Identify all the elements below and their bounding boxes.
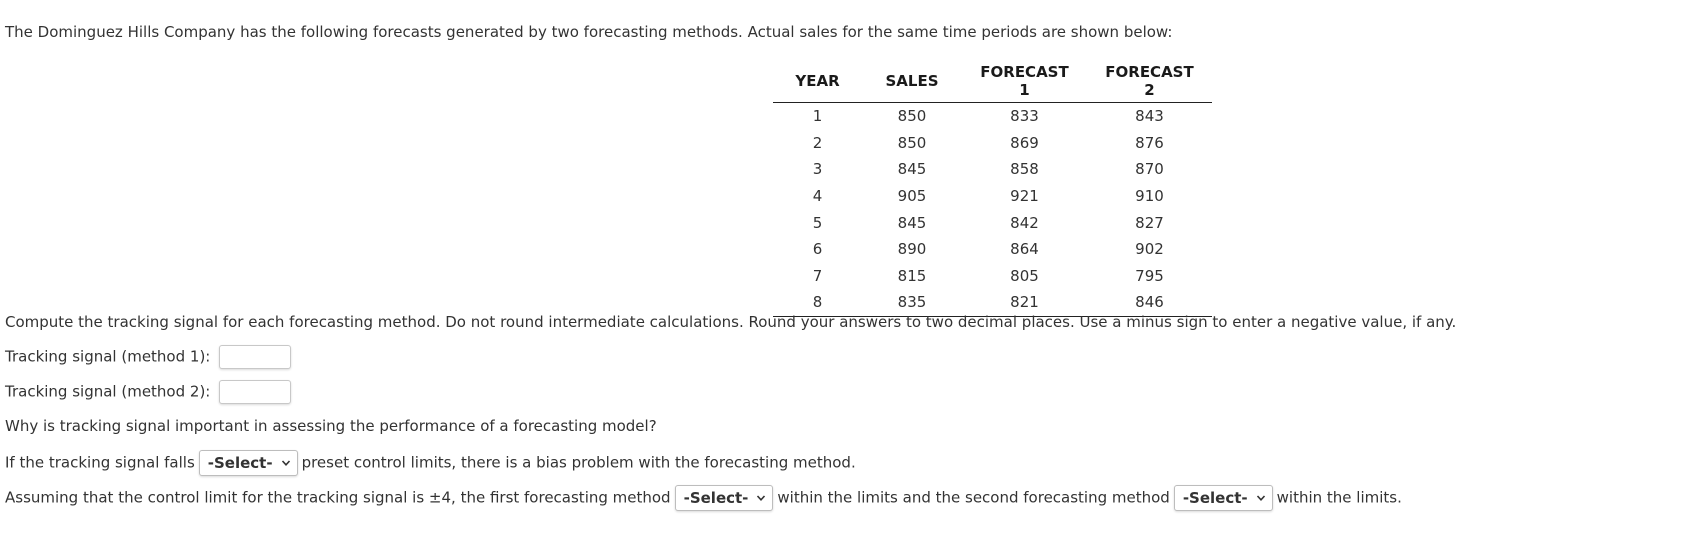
table-row: 5 845 842 827 xyxy=(773,209,1212,236)
cell-forecast-2: 827 xyxy=(1135,213,1164,232)
cell-forecast-1: 869 xyxy=(1010,133,1039,152)
chevron-down-icon xyxy=(281,460,290,466)
if-sentence-after: preset control limits, there is a bias p… xyxy=(301,453,856,472)
table-row: 1 850 833 843 xyxy=(773,103,1212,130)
table-row: 6 890 864 902 xyxy=(773,236,1212,263)
cell-forecast-1: 833 xyxy=(1010,107,1039,126)
cell-year: 7 xyxy=(812,266,823,285)
table-header-row: YEAR SALES FORECAST 1 FORECAST 2 xyxy=(773,60,1212,103)
cell-sales: 845 xyxy=(897,160,927,179)
method-1-label: Tracking signal (method 1): xyxy=(5,347,211,366)
cell-forecast-1: 864 xyxy=(1010,240,1039,259)
cell-forecast-1: 858 xyxy=(1010,160,1039,179)
cell-forecast-2: 795 xyxy=(1135,266,1164,285)
header-sales: SALES xyxy=(862,60,962,103)
cell-forecast-2: 902 xyxy=(1135,240,1164,259)
cell-sales: 905 xyxy=(897,187,927,206)
assume-sentence-after: within the limits. xyxy=(1276,488,1402,507)
cell-forecast-2: 876 xyxy=(1135,133,1164,152)
cell-sales: 815 xyxy=(897,266,927,285)
cell-sales: 845 xyxy=(897,213,927,232)
cell-year: 2 xyxy=(812,133,823,152)
cell-forecast-1: 805 xyxy=(1010,266,1039,285)
assume-sentence: Assuming that the control limit for the … xyxy=(5,485,1402,511)
cell-forecast-2: 910 xyxy=(1135,187,1164,206)
cell-year: 5 xyxy=(812,213,823,232)
header-forecast-1: FORECAST 1 xyxy=(962,60,1087,103)
header-year: YEAR xyxy=(773,60,862,103)
cell-forecast-1: 842 xyxy=(1010,213,1039,232)
second-method-select-value: -Select- xyxy=(1182,489,1248,507)
table-row: 2 850 869 876 xyxy=(773,130,1212,157)
cell-year: 1 xyxy=(812,107,823,126)
second-method-select[interactable]: -Select- xyxy=(1173,485,1273,511)
method-1-input[interactable] xyxy=(219,345,292,369)
if-sentence: If the tracking signal falls -Select-pres… xyxy=(5,450,856,476)
assume-sentence-before: Assuming that the control limit for the … xyxy=(5,488,671,507)
chevron-down-icon xyxy=(757,495,766,501)
cell-sales: 850 xyxy=(897,133,927,152)
method-2-label: Tracking signal (method 2): xyxy=(5,382,211,401)
cell-forecast-2: 843 xyxy=(1135,107,1164,126)
method-2-input[interactable] xyxy=(219,380,292,404)
cell-sales: 890 xyxy=(897,240,927,259)
why-question: Why is tracking signal important in asse… xyxy=(5,417,657,435)
forecast-table: YEAR SALES FORECAST 1 FORECAST 2 1 850 833… xyxy=(773,60,1212,317)
table-row: 7 815 805 795 xyxy=(773,263,1212,290)
first-method-select[interactable]: -Select- xyxy=(674,485,774,511)
intro-text: The Dominguez Hills Company has the foll… xyxy=(5,23,1173,41)
cell-sales: 850 xyxy=(897,107,927,126)
table-row: 4 905 921 910 xyxy=(773,183,1212,210)
table-row: 3 845 858 870 xyxy=(773,156,1212,183)
method-1-row: Tracking signal (method 1): xyxy=(5,345,292,369)
falls-select[interactable]: -Select- xyxy=(198,450,298,476)
cell-forecast-2: 870 xyxy=(1135,160,1164,179)
cell-year: 4 xyxy=(812,187,823,206)
cell-year: 3 xyxy=(812,160,823,179)
chevron-down-icon xyxy=(1256,495,1265,501)
cell-forecast-1: 921 xyxy=(1010,187,1039,206)
if-sentence-before: If the tracking signal falls xyxy=(5,453,195,472)
instructions-text: Compute the tracking signal for each for… xyxy=(5,313,1457,331)
cell-year: 6 xyxy=(812,240,823,259)
first-method-select-value: -Select- xyxy=(683,489,749,507)
falls-select-value: -Select- xyxy=(207,454,273,472)
assume-sentence-middle: within the limits and the second forecas… xyxy=(777,488,1170,507)
header-forecast-2: FORECAST 2 xyxy=(1087,60,1212,103)
method-2-row: Tracking signal (method 2): xyxy=(5,380,292,404)
